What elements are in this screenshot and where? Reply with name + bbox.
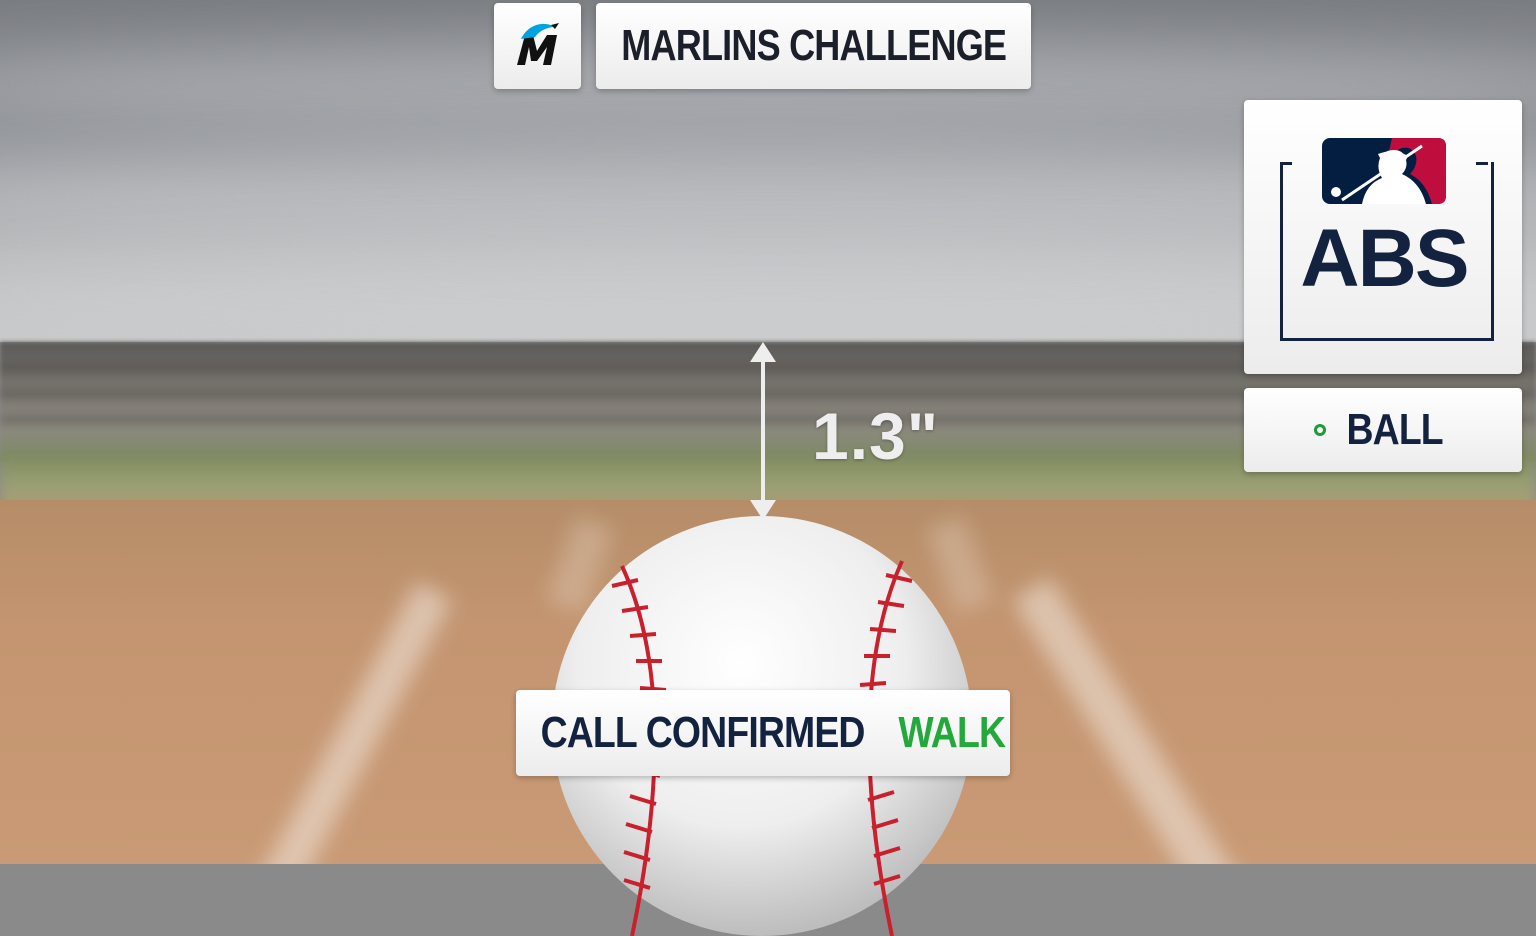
marlins-logo-icon [516, 23, 559, 65]
abs-label: ABS [1300, 213, 1469, 304]
call-outcome: WALK [898, 708, 1006, 757]
chalk-line-right [1012, 577, 1252, 864]
distance-measurement: 1.3" [812, 399, 940, 473]
chalk-line-left [247, 581, 453, 864]
abs-frame-corner [1476, 162, 1488, 165]
double-arrow-icon [750, 342, 776, 520]
abs-panel: ABS [1244, 100, 1522, 374]
team-logo-panel [494, 3, 581, 89]
call-result-banner: CALL CONFIRMED WALK [516, 690, 1010, 776]
mlb-logo-icon [1322, 138, 1446, 204]
challenge-title: MARLINS CHALLENGE [621, 21, 1007, 70]
pitch-result-panel: BALL [1244, 388, 1522, 472]
circle-outline-icon [1314, 424, 1327, 436]
challenge-title-panel: MARLINS CHALLENGE [596, 3, 1031, 89]
call-status: CALL CONFIRMED [540, 708, 865, 757]
abs-frame-corner [1280, 162, 1292, 165]
pitch-result-label: BALL [1346, 405, 1444, 454]
